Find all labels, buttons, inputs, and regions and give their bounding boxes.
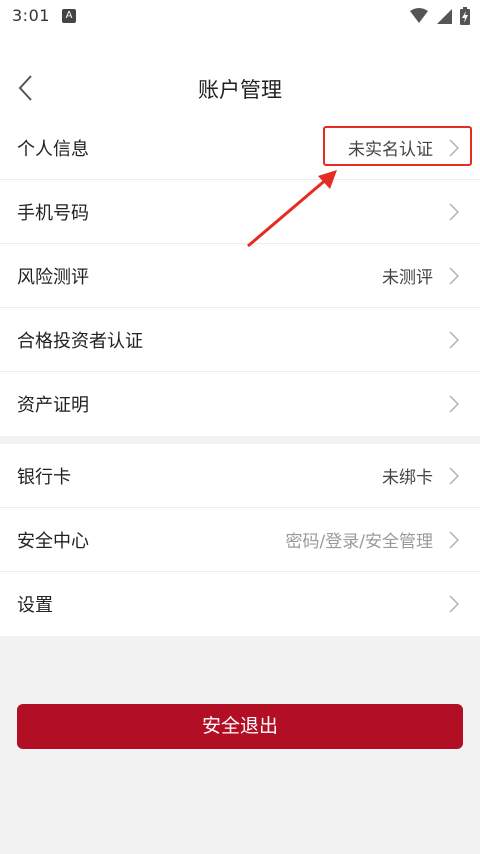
- row-label: 银行卡: [17, 466, 71, 488]
- logout-button[interactable]: 安全退出: [17, 704, 463, 749]
- row-security-center[interactable]: 安全中心 密码/登录/安全管理: [0, 508, 480, 572]
- row-value: 未绑卡: [382, 468, 433, 488]
- row-label: 安全中心: [17, 530, 89, 552]
- battery-icon: [460, 7, 470, 25]
- row-qualified-investor[interactable]: 合格投资者认证: [0, 308, 480, 372]
- row-value: 未实名认证: [348, 140, 433, 160]
- chevron-right-icon: [449, 467, 460, 485]
- signal-icon: [437, 9, 452, 24]
- row-label: 合格投资者认证: [17, 330, 143, 352]
- app-notification-icon: A: [62, 9, 76, 23]
- chevron-right-icon: [449, 139, 460, 157]
- wifi-icon: [410, 8, 428, 23]
- nav-bar: 账户管理: [0, 34, 480, 116]
- row-personal-info[interactable]: 个人信息 未实名认证: [0, 116, 480, 180]
- row-value: 未测评: [382, 268, 433, 288]
- row-risk-assessment[interactable]: 风险测评 未测评: [0, 244, 480, 308]
- page-title: 账户管理: [198, 78, 282, 102]
- row-label: 手机号码: [17, 202, 89, 224]
- row-label: 设置: [17, 595, 53, 616]
- account-info-group: 个人信息 未实名认证 手机号码 风险测评 未测评 合格投资者认证 资产证明: [0, 116, 480, 436]
- row-phone-number[interactable]: 手机号码: [0, 180, 480, 244]
- chevron-right-icon: [449, 595, 460, 613]
- chevron-right-icon: [449, 531, 460, 549]
- row-label: 资产证明: [17, 395, 89, 416]
- status-bar: 3:01 A: [0, 0, 480, 34]
- status-time: 3:01: [12, 6, 50, 25]
- row-label: 风险测评: [17, 266, 89, 288]
- chevron-right-icon: [449, 267, 460, 285]
- row-settings[interactable]: 设置: [0, 572, 480, 636]
- status-icons: [410, 7, 470, 25]
- chevron-right-icon: [449, 331, 460, 349]
- row-asset-proof[interactable]: 资产证明: [0, 372, 480, 436]
- chevron-right-icon: [449, 395, 460, 413]
- row-value: 密码/登录/安全管理: [285, 532, 433, 552]
- chevron-right-icon: [449, 203, 460, 221]
- row-label: 个人信息: [17, 138, 89, 160]
- settings-group: 银行卡 未绑卡 安全中心 密码/登录/安全管理 设置: [0, 444, 480, 636]
- row-bank-card[interactable]: 银行卡 未绑卡: [0, 444, 480, 508]
